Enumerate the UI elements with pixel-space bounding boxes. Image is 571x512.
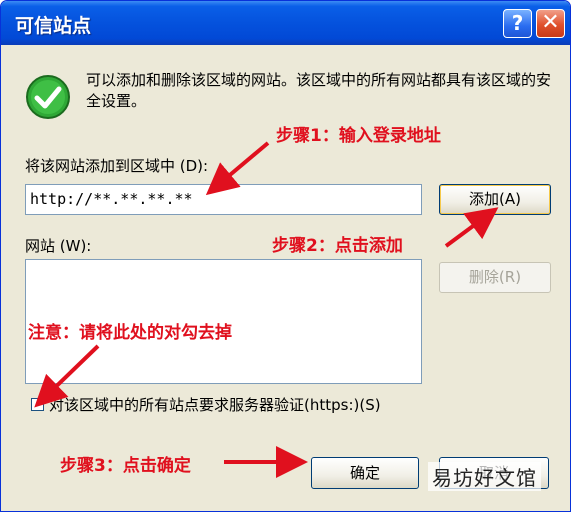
annotation-step1: 步骤1：输入登录地址	[276, 126, 441, 146]
close-button[interactable]: ✕	[536, 9, 565, 38]
https-verify-label: 对该区域中的所有站点要求服务器验证(https:)(S)	[49, 396, 381, 414]
sites-label: 网站 (W):	[25, 237, 92, 255]
annotation-note: 注意：请将此处的对勾去掉	[28, 323, 232, 343]
url-input[interactable]: http://**.**.**.**	[25, 184, 422, 215]
ok-button[interactable]: 确定	[311, 457, 419, 489]
remove-button[interactable]: 删除(R)	[439, 262, 551, 293]
dialog-title: 可信站点	[15, 15, 92, 37]
add-button[interactable]: 添加(A)	[439, 184, 551, 215]
title-bar: 可信站点 ? ✕	[1, 1, 570, 45]
add-site-label: 将该网站添加到区域中 (D):	[25, 157, 209, 175]
trusted-sites-dialog: 可信站点 ? ✕ 可以添加和删除该区域的网站。该区域中的所有网站都具有该区域的安…	[0, 0, 571, 512]
https-verify-checkbox[interactable]	[31, 398, 44, 411]
description-text: 可以添加和删除该区域的网站。该区域中的所有网站都具有该区域的安全设置。	[86, 71, 552, 110]
annotation-step2: 步骤2：点击添加	[272, 236, 403, 256]
annotation-step3: 步骤3：点击确定	[60, 456, 191, 476]
green-check-icon	[26, 75, 70, 119]
help-button[interactable]: ?	[503, 9, 532, 38]
watermark: 易坊好文馆	[428, 462, 541, 491]
